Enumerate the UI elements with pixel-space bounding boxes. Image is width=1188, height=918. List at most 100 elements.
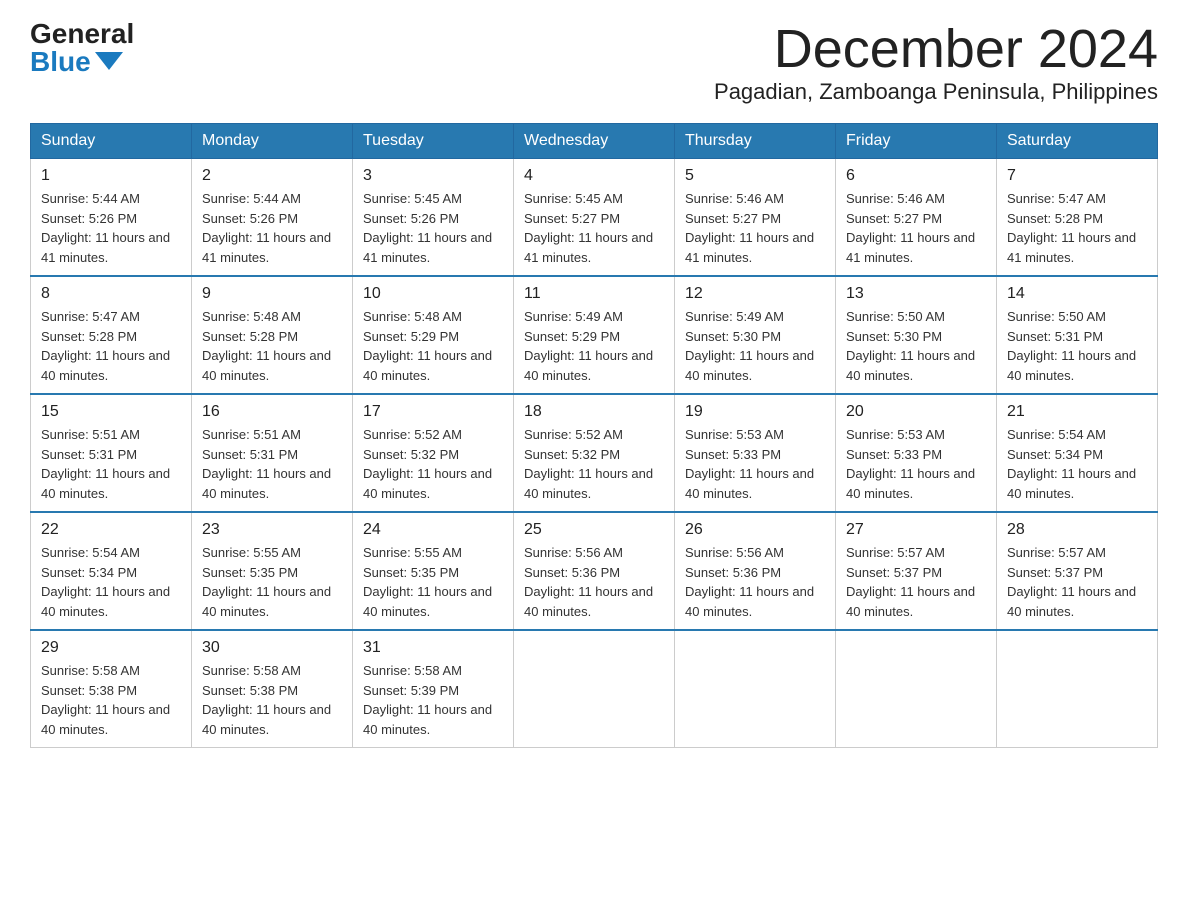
day-number: 11: [524, 285, 664, 303]
col-thursday: Thursday: [675, 124, 836, 159]
table-row: 7Sunrise: 5:47 AMSunset: 5:28 PMDaylight…: [997, 159, 1158, 277]
day-number: 27: [846, 521, 986, 539]
table-row: 14 Sunrise: 5:50 AMSunset: 5:31 PMDayligh…: [997, 276, 1158, 394]
day-number: 28: [1007, 521, 1147, 539]
location-title: Pagadian, Zamboanga Peninsula, Philippin…: [714, 79, 1158, 105]
day-detail: Sunrise: 5:44 AMSunset: 5:26 PMDaylight:…: [202, 189, 342, 267]
day-number: 12: [685, 285, 825, 303]
table-row: 27 Sunrise: 5:57 AMSunset: 5:37 PMDayligh…: [836, 512, 997, 630]
table-row: 25Sunrise: 5:56 AMSunset: 5:36 PMDayligh…: [514, 512, 675, 630]
day-detail: Sunrise: 5:51 AMSunset: 5:31 PMDaylight:…: [41, 425, 181, 503]
table-row: 13Sunrise: 5:50 AMSunset: 5:30 PMDayligh…: [836, 276, 997, 394]
table-row: 15 Sunrise: 5:51 AMSunset: 5:31 PMDayligh…: [31, 394, 192, 512]
page-header: General Blue December 2024 Pagadian, Zam…: [30, 20, 1158, 105]
day-number: 17: [363, 403, 503, 421]
day-detail: Sunrise: 5:46 AMSunset: 5:27 PMDaylight:…: [685, 189, 825, 267]
table-row: 11 Sunrise: 5:49 AMSunset: 5:29 PMDayligh…: [514, 276, 675, 394]
day-detail: Sunrise: 5:48 AMSunset: 5:28 PMDaylight:…: [202, 307, 342, 385]
col-tuesday: Tuesday: [353, 124, 514, 159]
table-row: 2Sunrise: 5:44 AMSunset: 5:26 PMDaylight…: [192, 159, 353, 277]
table-row: 24 Sunrise: 5:55 AMSunset: 5:35 PMDayligh…: [353, 512, 514, 630]
day-detail: Sunrise: 5:57 AMSunset: 5:37 PMDaylight:…: [846, 543, 986, 621]
table-row: 12 Sunrise: 5:49 AMSunset: 5:30 PMDayligh…: [675, 276, 836, 394]
day-number: 26: [685, 521, 825, 539]
logo-blue-text: Blue: [30, 48, 123, 76]
table-row: 18 Sunrise: 5:52 AMSunset: 5:32 PMDayligh…: [514, 394, 675, 512]
logo-triangle-icon: [95, 52, 123, 70]
day-number: 10: [363, 285, 503, 303]
day-detail: Sunrise: 5:47 AMSunset: 5:28 PMDaylight:…: [1007, 189, 1147, 267]
col-saturday: Saturday: [997, 124, 1158, 159]
day-detail: Sunrise: 5:56 AMSunset: 5:36 PMDaylight:…: [685, 543, 825, 621]
table-row: 3Sunrise: 5:45 AMSunset: 5:26 PMDaylight…: [353, 159, 514, 277]
day-detail: Sunrise: 5:47 AMSunset: 5:28 PMDaylight:…: [41, 307, 181, 385]
day-detail: Sunrise: 5:49 AMSunset: 5:29 PMDaylight:…: [524, 307, 664, 385]
day-number: 1: [41, 167, 181, 185]
day-number: 23: [202, 521, 342, 539]
day-number: 19: [685, 403, 825, 421]
day-number: 31: [363, 639, 503, 657]
table-row: 29 Sunrise: 5:58 AMSunset: 5:38 PMDayligh…: [31, 630, 192, 748]
table-row: 21Sunrise: 5:54 AMSunset: 5:34 PMDayligh…: [997, 394, 1158, 512]
table-row: 23 Sunrise: 5:55 AMSunset: 5:35 PMDayligh…: [192, 512, 353, 630]
table-row: 22Sunrise: 5:54 AMSunset: 5:34 PMDayligh…: [31, 512, 192, 630]
day-number: 16: [202, 403, 342, 421]
table-row: 30Sunrise: 5:58 AMSunset: 5:38 PMDayligh…: [192, 630, 353, 748]
day-detail: Sunrise: 5:57 AMSunset: 5:37 PMDaylight:…: [1007, 543, 1147, 621]
day-number: 24: [363, 521, 503, 539]
day-detail: Sunrise: 5:45 AMSunset: 5:27 PMDaylight:…: [524, 189, 664, 267]
calendar-week-row: 1 Sunrise: 5:44 AMSunset: 5:26 PMDaylight…: [31, 159, 1158, 277]
table-row: 28 Sunrise: 5:57 AMSunset: 5:37 PMDayligh…: [997, 512, 1158, 630]
day-number: 13: [846, 285, 986, 303]
calendar-week-row: 29 Sunrise: 5:58 AMSunset: 5:38 PMDayligh…: [31, 630, 1158, 748]
table-row: 31 Sunrise: 5:58 AMSunset: 5:39 PMDayligh…: [353, 630, 514, 748]
day-number: 14: [1007, 285, 1147, 303]
day-number: 15: [41, 403, 181, 421]
day-number: 30: [202, 639, 342, 657]
day-number: 8: [41, 285, 181, 303]
day-detail: Sunrise: 5:58 AMSunset: 5:38 PMDaylight:…: [41, 661, 181, 739]
day-detail: Sunrise: 5:54 AMSunset: 5:34 PMDaylight:…: [41, 543, 181, 621]
day-number: 4: [524, 167, 664, 185]
day-detail: Sunrise: 5:46 AMSunset: 5:27 PMDaylight:…: [846, 189, 986, 267]
day-detail: Sunrise: 5:55 AMSunset: 5:35 PMDaylight:…: [202, 543, 342, 621]
calendar-week-row: 15 Sunrise: 5:51 AMSunset: 5:31 PMDayligh…: [31, 394, 1158, 512]
logo: General Blue: [30, 20, 134, 76]
day-detail: Sunrise: 5:54 AMSunset: 5:34 PMDaylight:…: [1007, 425, 1147, 503]
title-area: December 2024 Pagadian, Zamboanga Penins…: [714, 20, 1158, 105]
day-detail: Sunrise: 5:58 AMSunset: 5:39 PMDaylight:…: [363, 661, 503, 739]
day-number: 9: [202, 285, 342, 303]
day-number: 6: [846, 167, 986, 185]
logo-general-text: General: [30, 20, 134, 48]
table-row: 5Sunrise: 5:46 AMSunset: 5:27 PMDaylight…: [675, 159, 836, 277]
table-row: 1Sunrise: 5:44 AMSunset: 5:26 PMDaylight…: [31, 159, 192, 277]
calendar-week-row: 22Sunrise: 5:54 AMSunset: 5:34 PMDayligh…: [31, 512, 1158, 630]
day-detail: Sunrise: 5:52 AMSunset: 5:32 PMDaylight:…: [363, 425, 503, 503]
day-detail: Sunrise: 5:51 AMSunset: 5:31 PMDaylight:…: [202, 425, 342, 503]
calendar-table: Sunday Monday Tuesday Wednesday Thursday…: [30, 123, 1158, 748]
day-number: 18: [524, 403, 664, 421]
table-row: [836, 630, 997, 748]
day-number: 29: [41, 639, 181, 657]
day-detail: Sunrise: 5:49 AMSunset: 5:30 PMDaylight:…: [685, 307, 825, 385]
day-detail: Sunrise: 5:52 AMSunset: 5:32 PMDaylight:…: [524, 425, 664, 503]
col-sunday: Sunday: [31, 124, 192, 159]
day-number: 25: [524, 521, 664, 539]
day-number: 3: [363, 167, 503, 185]
day-detail: Sunrise: 5:55 AMSunset: 5:35 PMDaylight:…: [363, 543, 503, 621]
col-wednesday: Wednesday: [514, 124, 675, 159]
col-friday: Friday: [836, 124, 997, 159]
table-row: 4 Sunrise: 5:45 AMSunset: 5:27 PMDaylight…: [514, 159, 675, 277]
month-title: December 2024: [714, 20, 1158, 79]
table-row: 16 Sunrise: 5:51 AMSunset: 5:31 PMDayligh…: [192, 394, 353, 512]
day-detail: Sunrise: 5:50 AMSunset: 5:31 PMDaylight:…: [1007, 307, 1147, 385]
table-row: [997, 630, 1158, 748]
table-row: 20 Sunrise: 5:53 AMSunset: 5:33 PMDayligh…: [836, 394, 997, 512]
calendar-header-row: Sunday Monday Tuesday Wednesday Thursday…: [31, 124, 1158, 159]
day-detail: Sunrise: 5:53 AMSunset: 5:33 PMDaylight:…: [846, 425, 986, 503]
day-detail: Sunrise: 5:48 AMSunset: 5:29 PMDaylight:…: [363, 307, 503, 385]
day-number: 20: [846, 403, 986, 421]
table-row: 17 Sunrise: 5:52 AMSunset: 5:32 PMDayligh…: [353, 394, 514, 512]
table-row: 9 Sunrise: 5:48 AMSunset: 5:28 PMDaylight…: [192, 276, 353, 394]
table-row: 6 Sunrise: 5:46 AMSunset: 5:27 PMDaylight…: [836, 159, 997, 277]
